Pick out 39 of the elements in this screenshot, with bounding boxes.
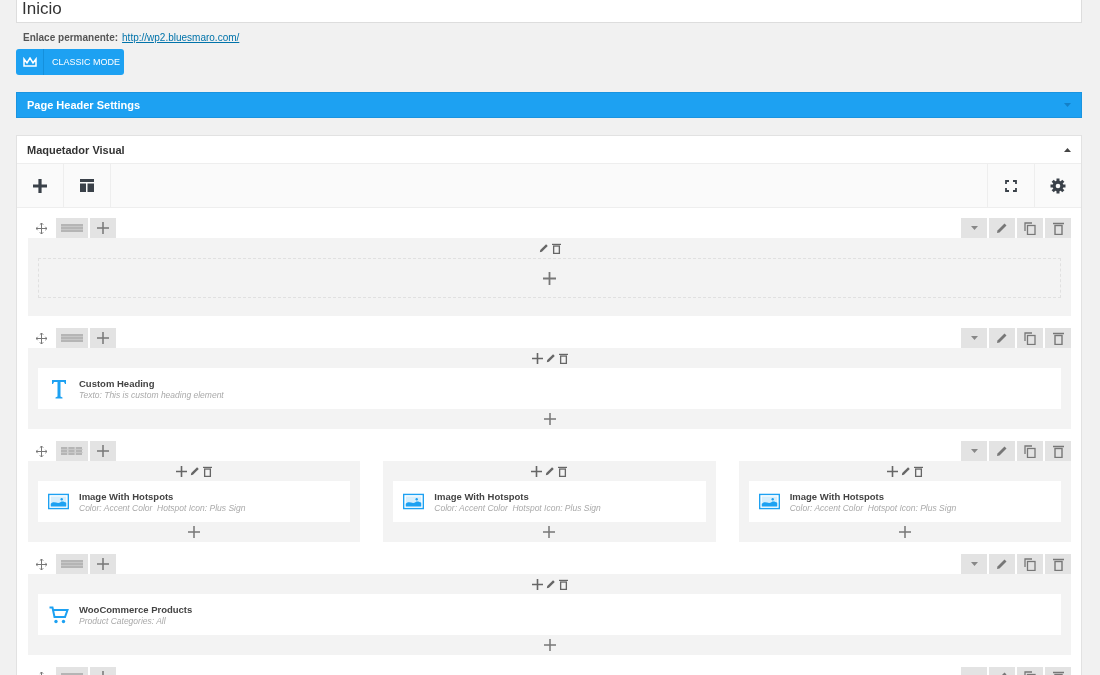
caret-icon (970, 226, 978, 230)
section-title: Page Header Settings (27, 99, 141, 111)
columns-icon (61, 224, 83, 232)
permalink-label: Enlace permanente: (23, 32, 119, 45)
columns-icon (61, 334, 83, 342)
cart-icon (48, 605, 69, 624)
layout-icon (80, 179, 94, 192)
settings-icon (1050, 177, 1066, 194)
element-card[interactable]: Custom Heading Texto: This is custom heading element (38, 368, 1061, 409)
element-params: Product Categories: All (79, 615, 167, 626)
element-params: Color: Accent Color Hotspot Icon: Plus Sign (434, 502, 601, 513)
letter-t-icon (50, 378, 67, 399)
element-params: Color: Accent Color Hotspot Icon: Plus Sign (789, 502, 957, 513)
crown-icon (22, 56, 37, 68)
fullscreen-icon (1005, 179, 1017, 192)
caret-icon (970, 562, 978, 566)
element-card[interactable]: Image With Hotspots Color: Accent Color Hotspot Icon: Plus Sign (393, 481, 706, 522)
element-title: Image With Hotspots (79, 490, 175, 502)
element-title: WooCommerce Products (79, 603, 193, 615)
columns-icon (61, 560, 83, 568)
element-params: Texto: This is custom heading element (79, 389, 224, 400)
toggle-arrow-icon[interactable] (1064, 147, 1071, 152)
image-icon (403, 493, 425, 510)
element-title: Image With Hotspots (789, 490, 886, 502)
element-card[interactable]: WooCommerce Products Product Categories: All (38, 594, 1061, 635)
image-icon (758, 493, 780, 510)
columns-icon (61, 447, 83, 455)
toggle-arrow-icon (1064, 103, 1071, 107)
element-title: Custom Heading (79, 377, 156, 389)
panel-title: Maquetador Visual (27, 143, 125, 156)
title-field[interactable]: Inicio (16, 0, 1082, 23)
caret-icon (970, 449, 978, 453)
caret-icon (970, 336, 978, 340)
element-title: Image With Hotspots (434, 490, 530, 502)
element-params: Color: Accent Color Hotspot Icon: Plus Sign (79, 502, 246, 513)
permalink-link[interactable]: http://wp2.bluesmaro.com/ (122, 32, 240, 46)
image-icon (48, 493, 69, 510)
element-card[interactable]: Image With Hotspots Color: Accent Color Hotspot Icon: Plus Sign (748, 481, 1061, 522)
element-card[interactable]: Image With Hotspots Color: Accent Color Hotspot Icon: Plus Sign (38, 481, 351, 522)
